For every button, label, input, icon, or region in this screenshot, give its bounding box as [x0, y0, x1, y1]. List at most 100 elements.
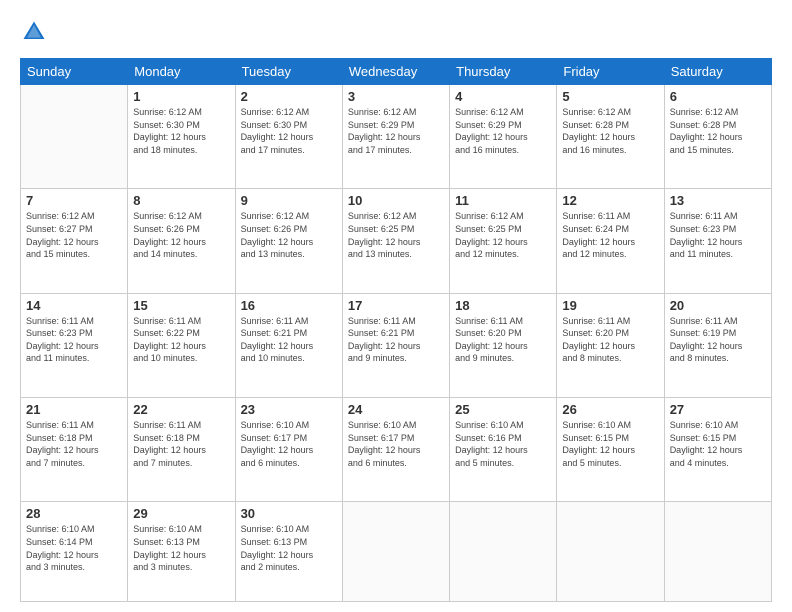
- day-info: Sunrise: 6:12 AMSunset: 6:26 PMDaylight:…: [241, 210, 337, 260]
- day-number: 25: [455, 402, 551, 417]
- day-number: 16: [241, 298, 337, 313]
- day-number: 17: [348, 298, 444, 313]
- calendar-cell: 16 Sunrise: 6:11 AMSunset: 6:21 PMDayligh…: [235, 293, 342, 397]
- day-number: 4: [455, 89, 551, 104]
- day-number: 28: [26, 506, 122, 521]
- day-info: Sunrise: 6:11 AMSunset: 6:23 PMDaylight:…: [670, 210, 766, 260]
- calendar-cell: 8 Sunrise: 6:12 AMSunset: 6:26 PMDaylight…: [128, 189, 235, 293]
- day-number: 21: [26, 402, 122, 417]
- calendar-cell: 30 Sunrise: 6:10 AMSunset: 6:13 PMDayligh…: [235, 502, 342, 602]
- day-info: Sunrise: 6:10 AMSunset: 6:17 PMDaylight:…: [241, 419, 337, 469]
- page: SundayMondayTuesdayWednesdayThursdayFrid…: [0, 0, 792, 612]
- calendar-cell: 4 Sunrise: 6:12 AMSunset: 6:29 PMDaylight…: [450, 85, 557, 189]
- calendar-cell: 20 Sunrise: 6:11 AMSunset: 6:19 PMDayligh…: [664, 293, 771, 397]
- calendar-cell: 24 Sunrise: 6:10 AMSunset: 6:17 PMDayligh…: [342, 398, 449, 502]
- calendar-header-sunday: Sunday: [21, 59, 128, 85]
- day-info: Sunrise: 6:12 AMSunset: 6:29 PMDaylight:…: [455, 106, 551, 156]
- day-info: Sunrise: 6:11 AMSunset: 6:20 PMDaylight:…: [455, 315, 551, 365]
- calendar-header-thursday: Thursday: [450, 59, 557, 85]
- calendar-cell: 5Sunrise: 6:12 AMSunset: 6:28 PMDaylight…: [557, 85, 664, 189]
- day-number: 15: [133, 298, 229, 313]
- day-info: Sunrise: 6:12 AMSunset: 6:30 PMDaylight:…: [133, 106, 229, 156]
- logo-icon: [20, 18, 48, 46]
- day-info: Sunrise: 6:11 AMSunset: 6:23 PMDaylight:…: [26, 315, 122, 365]
- calendar-header-tuesday: Tuesday: [235, 59, 342, 85]
- day-info: Sunrise: 6:10 AMSunset: 6:14 PMDaylight:…: [26, 523, 122, 573]
- calendar-cell: 15 Sunrise: 6:11 AMSunset: 6:22 PMDayligh…: [128, 293, 235, 397]
- day-number: 10: [348, 193, 444, 208]
- calendar-cell: 27 Sunrise: 6:10 AMSunset: 6:15 PMDayligh…: [664, 398, 771, 502]
- calendar-week-row: 28 Sunrise: 6:10 AMSunset: 6:14 PMDayligh…: [21, 502, 772, 602]
- day-number: 7: [26, 193, 122, 208]
- calendar-header-wednesday: Wednesday: [342, 59, 449, 85]
- calendar-week-row: 7 Sunrise: 6:12 AMSunset: 6:27 PMDaylight…: [21, 189, 772, 293]
- day-number: 30: [241, 506, 337, 521]
- calendar-cell: 18 Sunrise: 6:11 AMSunset: 6:20 PMDayligh…: [450, 293, 557, 397]
- day-info: Sunrise: 6:12 AMSunset: 6:26 PMDaylight:…: [133, 210, 229, 260]
- day-info: Sunrise: 6:11 AMSunset: 6:18 PMDaylight:…: [26, 419, 122, 469]
- day-info: Sunrise: 6:11 AMSunset: 6:19 PMDaylight:…: [670, 315, 766, 365]
- day-info: Sunrise: 6:11 AMSunset: 6:22 PMDaylight:…: [133, 315, 229, 365]
- day-number: 2: [241, 89, 337, 104]
- calendar-cell: 29Sunrise: 6:10 AMSunset: 6:13 PMDayligh…: [128, 502, 235, 602]
- calendar-header-row: SundayMondayTuesdayWednesdayThursdayFrid…: [21, 59, 772, 85]
- day-info: Sunrise: 6:12 AMSunset: 6:25 PMDaylight:…: [455, 210, 551, 260]
- calendar-cell: [664, 502, 771, 602]
- calendar-cell: 23 Sunrise: 6:10 AMSunset: 6:17 PMDayligh…: [235, 398, 342, 502]
- calendar-cell: 28 Sunrise: 6:10 AMSunset: 6:14 PMDayligh…: [21, 502, 128, 602]
- calendar-header-monday: Monday: [128, 59, 235, 85]
- day-info: Sunrise: 6:10 AMSunset: 6:15 PMDaylight:…: [670, 419, 766, 469]
- day-number: 22: [133, 402, 229, 417]
- day-number: 27: [670, 402, 766, 417]
- day-info: Sunrise: 6:10 AMSunset: 6:16 PMDaylight:…: [455, 419, 551, 469]
- day-number: 9: [241, 193, 337, 208]
- day-info: Sunrise: 6:11 AMSunset: 6:21 PMDaylight:…: [348, 315, 444, 365]
- day-number: 1: [133, 89, 229, 104]
- calendar-cell: 13 Sunrise: 6:11 AMSunset: 6:23 PMDayligh…: [664, 189, 771, 293]
- calendar-cell: 3 Sunrise: 6:12 AMSunset: 6:29 PMDaylight…: [342, 85, 449, 189]
- day-info: Sunrise: 6:10 AMSunset: 6:15 PMDaylight:…: [562, 419, 658, 469]
- calendar-cell: 2 Sunrise: 6:12 AMSunset: 6:30 PMDaylight…: [235, 85, 342, 189]
- day-info: Sunrise: 6:12 AMSunset: 6:28 PMDaylight:…: [562, 106, 658, 156]
- calendar-cell: 1 Sunrise: 6:12 AMSunset: 6:30 PMDaylight…: [128, 85, 235, 189]
- day-number: 29: [133, 506, 229, 521]
- calendar-cell: 19Sunrise: 6:11 AMSunset: 6:20 PMDayligh…: [557, 293, 664, 397]
- calendar-cell: 25 Sunrise: 6:10 AMSunset: 6:16 PMDayligh…: [450, 398, 557, 502]
- day-info: Sunrise: 6:12 AMSunset: 6:27 PMDaylight:…: [26, 210, 122, 260]
- day-info: Sunrise: 6:11 AMSunset: 6:21 PMDaylight:…: [241, 315, 337, 365]
- day-info: Sunrise: 6:12 AMSunset: 6:28 PMDaylight:…: [670, 106, 766, 156]
- calendar-cell: [342, 502, 449, 602]
- day-number: 23: [241, 402, 337, 417]
- calendar-cell: 6 Sunrise: 6:12 AMSunset: 6:28 PMDaylight…: [664, 85, 771, 189]
- day-number: 11: [455, 193, 551, 208]
- day-info: Sunrise: 6:10 AMSunset: 6:13 PMDaylight:…: [241, 523, 337, 573]
- calendar-cell: [557, 502, 664, 602]
- day-number: 3: [348, 89, 444, 104]
- calendar-header-friday: Friday: [557, 59, 664, 85]
- day-number: 12: [562, 193, 658, 208]
- logo: [20, 18, 52, 46]
- day-info: Sunrise: 6:12 AMSunset: 6:25 PMDaylight:…: [348, 210, 444, 260]
- calendar-cell: 26 Sunrise: 6:10 AMSunset: 6:15 PMDayligh…: [557, 398, 664, 502]
- calendar-cell: 9 Sunrise: 6:12 AMSunset: 6:26 PMDaylight…: [235, 189, 342, 293]
- day-info: Sunrise: 6:12 AMSunset: 6:30 PMDaylight:…: [241, 106, 337, 156]
- day-info: Sunrise: 6:12 AMSunset: 6:29 PMDaylight:…: [348, 106, 444, 156]
- day-number: 26: [562, 402, 658, 417]
- calendar-cell: 7 Sunrise: 6:12 AMSunset: 6:27 PMDaylight…: [21, 189, 128, 293]
- day-number: 20: [670, 298, 766, 313]
- day-info: Sunrise: 6:10 AMSunset: 6:17 PMDaylight:…: [348, 419, 444, 469]
- calendar-cell: [450, 502, 557, 602]
- day-number: 8: [133, 193, 229, 208]
- calendar-cell: 22Sunrise: 6:11 AMSunset: 6:18 PMDayligh…: [128, 398, 235, 502]
- calendar-week-row: 14Sunrise: 6:11 AMSunset: 6:23 PMDayligh…: [21, 293, 772, 397]
- day-number: 13: [670, 193, 766, 208]
- day-number: 18: [455, 298, 551, 313]
- calendar-cell: 12 Sunrise: 6:11 AMSunset: 6:24 PMDayligh…: [557, 189, 664, 293]
- calendar-cell: 17 Sunrise: 6:11 AMSunset: 6:21 PMDayligh…: [342, 293, 449, 397]
- day-info: Sunrise: 6:11 AMSunset: 6:24 PMDaylight:…: [562, 210, 658, 260]
- calendar-cell: 21 Sunrise: 6:11 AMSunset: 6:18 PMDayligh…: [21, 398, 128, 502]
- day-number: 6: [670, 89, 766, 104]
- day-number: 24: [348, 402, 444, 417]
- day-number: 19: [562, 298, 658, 313]
- calendar-table: SundayMondayTuesdayWednesdayThursdayFrid…: [20, 58, 772, 602]
